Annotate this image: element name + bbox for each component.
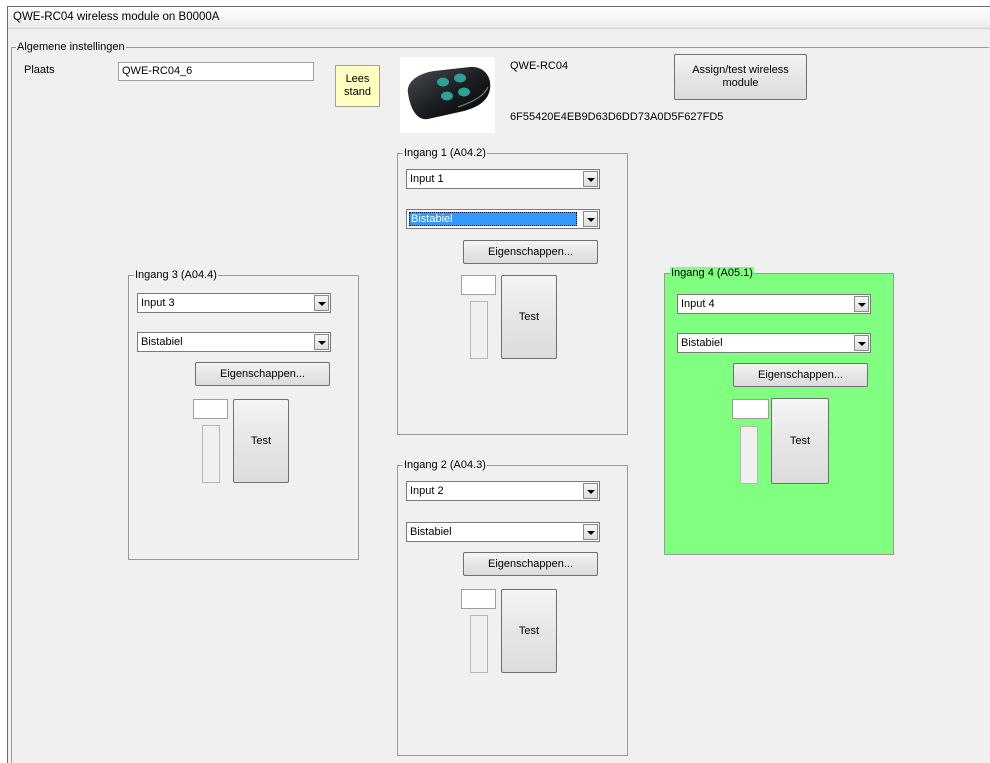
general-settings-legend: Algemene instellingen xyxy=(16,41,126,54)
ingang-4-legend: Ingang 4 (A05.1) xyxy=(670,267,754,280)
remote-control-image xyxy=(400,57,495,133)
ingang-3-mode-value: Bistabiel xyxy=(141,336,183,348)
ingang-4-input-select[interactable]: Input 4 xyxy=(677,294,871,314)
ingang-2-level-bar xyxy=(470,615,488,673)
ingang-3-input-value: Input 3 xyxy=(141,297,175,309)
assign-test-line2: module xyxy=(722,77,759,89)
ingang-2-status-box xyxy=(461,589,496,609)
ingang-4-input-value: Input 4 xyxy=(681,298,715,310)
ingang-3-eigenschappen-button[interactable]: Eigenschappen... xyxy=(195,362,330,386)
chevron-down-icon[interactable] xyxy=(854,296,869,312)
ingang-1-legend: Ingang 1 (A04.2) xyxy=(403,147,487,160)
chevron-down-icon[interactable] xyxy=(854,335,869,351)
ingang-1-mode-value: Bistabiel xyxy=(409,212,577,226)
ingang-3-input-select[interactable]: Input 3 xyxy=(137,293,331,313)
ingang-2-legend: Ingang 2 (A04.3) xyxy=(403,459,487,472)
chevron-down-icon[interactable] xyxy=(583,171,598,187)
ingang-2-input-value: Input 2 xyxy=(410,485,444,497)
plaats-input[interactable]: QWE-RC04_6 xyxy=(118,62,314,81)
ingang-1-level-bar xyxy=(470,301,488,359)
title-bar: QWE-RC04 wireless module on B0000A xyxy=(8,7,990,29)
ingang-3-level-bar xyxy=(202,425,220,483)
module-id: 6F55420E4EB9D63D6DD73A0D5F627FD5 xyxy=(510,111,724,123)
ingang-2-mode-select[interactable]: Bistabiel xyxy=(406,522,600,542)
ingang-3-test-button[interactable]: Test xyxy=(233,399,289,483)
ingang-1-input-value: Input 1 xyxy=(410,173,444,185)
ingang-2-test-button[interactable]: Test xyxy=(501,589,557,673)
lees-stand-line2: stand xyxy=(344,86,371,98)
ingang-2-eigenschappen-button[interactable]: Eigenschappen... xyxy=(463,552,598,576)
ingang-3-status-box xyxy=(193,399,228,419)
ingang-1-eigenschappen-button[interactable]: Eigenschappen... xyxy=(463,240,598,264)
ingang-4-status-box xyxy=(732,399,769,419)
window-title: QWE-RC04 wireless module on B0000A xyxy=(13,11,220,23)
ingang-4-eigenschappen-button[interactable]: Eigenschappen... xyxy=(733,363,868,387)
ingang-3-legend: Ingang 3 (A04.4) xyxy=(134,269,218,282)
ingang-4-test-button[interactable]: Test xyxy=(771,398,829,484)
ingang-4-mode-select[interactable]: Bistabiel xyxy=(677,333,871,353)
ingang-1-input-select[interactable]: Input 1 xyxy=(406,169,600,189)
chevron-down-icon[interactable] xyxy=(583,483,598,499)
chevron-down-icon[interactable] xyxy=(583,211,598,227)
chevron-down-icon[interactable] xyxy=(314,295,329,311)
lees-stand-line1: Lees xyxy=(345,73,370,85)
ingang-1-status-box xyxy=(461,275,496,295)
ingang-3-mode-select[interactable]: Bistabiel xyxy=(137,332,331,352)
assign-test-wireless-button[interactable]: Assign/test wireless module xyxy=(674,54,807,100)
module-window: QWE-RC04 wireless module on B0000A Algem… xyxy=(7,6,990,763)
ingang-4-level-bar xyxy=(740,426,758,484)
assign-test-line1: Assign/test wireless xyxy=(692,64,789,76)
chevron-down-icon[interactable] xyxy=(583,524,598,540)
ingang-2-input-select[interactable]: Input 2 xyxy=(406,481,600,501)
remote-control-icon xyxy=(407,66,491,120)
chevron-down-icon[interactable] xyxy=(314,334,329,350)
plaats-label: Plaats xyxy=(24,64,55,76)
module-name: QWE-RC04 xyxy=(510,60,569,72)
ingang-1-mode-select[interactable]: Bistabiel xyxy=(406,209,600,229)
lees-stand-button[interactable]: Lees stand xyxy=(335,65,380,107)
ingang-1-test-button[interactable]: Test xyxy=(501,275,557,359)
ingang-2-mode-value: Bistabiel xyxy=(410,526,452,538)
ingang-4-mode-value: Bistabiel xyxy=(681,337,723,349)
